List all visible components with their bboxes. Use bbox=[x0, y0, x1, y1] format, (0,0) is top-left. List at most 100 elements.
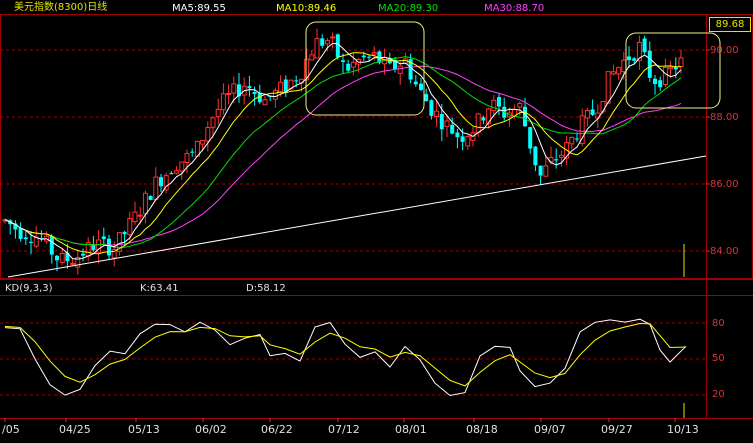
candle-body bbox=[439, 113, 444, 130]
candle-body bbox=[215, 108, 221, 117]
candle-body bbox=[174, 170, 180, 174]
candle-body bbox=[262, 99, 268, 106]
candle-body bbox=[460, 136, 465, 142]
candle-body bbox=[444, 120, 450, 127]
x-tick-0: /05 bbox=[2, 423, 20, 436]
candle-body bbox=[122, 231, 127, 235]
candle-body bbox=[153, 176, 159, 201]
candle-body bbox=[678, 57, 684, 68]
candle-body bbox=[107, 238, 111, 256]
kd-tick-80: 80 bbox=[712, 318, 725, 329]
d-line bbox=[4, 322, 687, 387]
chart-window: 美元指数(8300)日线 MA5:89.55 MA10:89.46 MA20:8… bbox=[0, 0, 753, 443]
ma5-label: MA5:89.55 bbox=[172, 3, 226, 14]
candle-body bbox=[558, 154, 564, 158]
candle-body bbox=[278, 81, 284, 93]
candle-body bbox=[320, 38, 325, 46]
y-tick-90: 90.00 bbox=[710, 45, 739, 56]
candle-body bbox=[419, 83, 423, 90]
candle-body bbox=[397, 65, 403, 74]
kd-tick-20: 20 bbox=[712, 389, 725, 400]
x-tick-6: 08/01 bbox=[395, 423, 427, 436]
candle-body bbox=[575, 138, 579, 140]
candle-body bbox=[272, 89, 278, 100]
candle-body bbox=[309, 54, 315, 61]
candle-body bbox=[523, 106, 527, 127]
candle-body bbox=[455, 132, 460, 138]
candle-body bbox=[314, 38, 320, 59]
candle-body bbox=[91, 244, 96, 251]
candle-body bbox=[371, 51, 377, 55]
candlestick-chart bbox=[0, 14, 753, 422]
y-tick-88: 88.00 bbox=[710, 112, 739, 123]
candle-body bbox=[497, 97, 501, 107]
candle-body bbox=[367, 56, 371, 58]
kd-k-value: K:63.41 bbox=[140, 283, 179, 294]
candle-body bbox=[226, 92, 232, 95]
candle-body bbox=[330, 36, 336, 39]
candle-body bbox=[200, 139, 206, 145]
x-tick-8: 09/07 bbox=[534, 423, 566, 436]
candle-body bbox=[231, 83, 237, 94]
candle-body bbox=[475, 113, 481, 134]
candle-body bbox=[132, 211, 138, 223]
candle-body bbox=[605, 71, 611, 104]
candle-body bbox=[627, 56, 631, 61]
candle-body bbox=[668, 66, 674, 70]
candle-body bbox=[616, 67, 622, 75]
candle-body bbox=[579, 115, 585, 144]
candle-body bbox=[33, 236, 39, 247]
ma30-line bbox=[4, 65, 682, 246]
candle-body bbox=[543, 165, 549, 177]
ma20-label: MA20:89.30 bbox=[378, 3, 439, 14]
candle-body bbox=[127, 217, 133, 236]
x-tick-5: 07/12 bbox=[328, 423, 360, 436]
candle-body bbox=[169, 172, 174, 175]
x-tick-1: 04/25 bbox=[59, 423, 91, 436]
candle-body bbox=[159, 177, 163, 187]
candle-body bbox=[29, 241, 33, 243]
candle-body bbox=[55, 255, 59, 261]
candle-body bbox=[528, 127, 533, 149]
candle-body bbox=[205, 127, 211, 142]
y-tick-86: 86.00 bbox=[710, 179, 739, 190]
candle-body bbox=[179, 161, 185, 172]
kd-d-value: D:58.12 bbox=[246, 283, 286, 294]
candle-body bbox=[49, 235, 54, 255]
trendline bbox=[7, 155, 707, 278]
kd-tick-50: 50 bbox=[712, 353, 725, 364]
x-tick-4: 06/22 bbox=[261, 423, 293, 436]
candle-body bbox=[18, 228, 23, 239]
x-tick-9: 09/27 bbox=[601, 423, 633, 436]
candle-body bbox=[220, 93, 226, 111]
kd-title: KD(9,3,3) bbox=[5, 283, 53, 294]
candle-body bbox=[283, 79, 288, 93]
candle-body bbox=[346, 63, 351, 71]
x-tick-7: 08/18 bbox=[466, 423, 498, 436]
candle-body bbox=[81, 253, 85, 256]
candle-body bbox=[653, 78, 657, 84]
candle-body bbox=[252, 91, 257, 94]
chart-title: 美元指数(8300)日线 bbox=[14, 2, 108, 13]
candle-body bbox=[450, 124, 455, 134]
candle-body bbox=[658, 80, 663, 88]
ma10-line bbox=[4, 52, 682, 255]
x-tick-10: 10/13 bbox=[667, 423, 699, 436]
candle-body bbox=[335, 34, 340, 58]
candle-body bbox=[584, 110, 590, 119]
candle-body bbox=[294, 80, 299, 82]
candle-body bbox=[590, 109, 595, 115]
candle-body bbox=[491, 99, 497, 112]
candle-body bbox=[137, 214, 143, 217]
candle-body bbox=[642, 38, 647, 53]
ma30-label: MA30:88.70 bbox=[484, 3, 545, 14]
candle-body bbox=[190, 151, 195, 153]
candle-body bbox=[101, 236, 106, 240]
candle-body bbox=[610, 71, 616, 75]
candle-body bbox=[184, 152, 190, 163]
k-line bbox=[4, 318, 687, 397]
ma10-label: MA10:89.46 bbox=[276, 3, 337, 14]
candle-body bbox=[429, 100, 434, 116]
ma5-line bbox=[4, 42, 682, 260]
candle-body bbox=[23, 237, 28, 240]
